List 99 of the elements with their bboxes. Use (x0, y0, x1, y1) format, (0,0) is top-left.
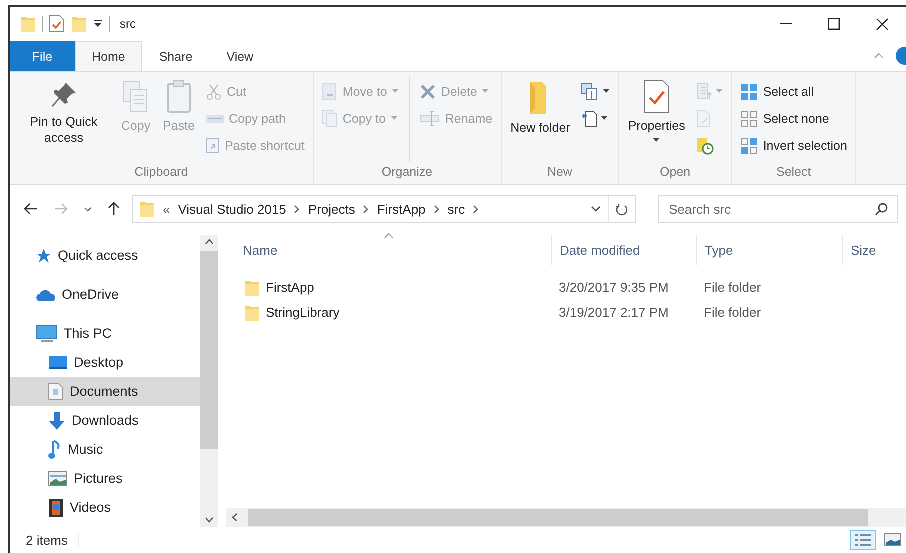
grid-icon (740, 136, 758, 154)
caret-icon (653, 138, 660, 143)
monitor-icon (36, 324, 58, 342)
help-icon[interactable] (894, 47, 906, 65)
grid-icon (740, 82, 758, 100)
breadcrumb[interactable]: Projects (308, 202, 356, 216)
picture-icon (48, 470, 68, 486)
column-header[interactable]: Type (696, 235, 842, 265)
item-count: 2 items (26, 532, 79, 548)
window-title: src (120, 17, 136, 31)
date-cell-text: 3/20/2017 9:35 PM (558, 279, 670, 297)
sidebar-item[interactable]: Quick access (10, 241, 200, 270)
ribbon-tab[interactable]: File (10, 41, 75, 71)
group-label: Open (659, 164, 692, 181)
new-document-icon (581, 110, 600, 128)
search-field[interactable]: Search src (658, 195, 898, 223)
ribbon-tab[interactable]: Share (142, 41, 210, 71)
scissors-icon (206, 84, 222, 100)
caret-icon (603, 89, 610, 94)
chevron-icon (294, 204, 300, 214)
caret-icon (601, 116, 608, 121)
group-label: Clipboard (134, 164, 190, 181)
caret-icon (390, 116, 398, 121)
overflow-chevron[interactable]: « (163, 202, 170, 216)
sort-icon (384, 233, 394, 239)
sidebar-item[interactable]: Downloads (10, 406, 200, 435)
sidebar-item[interactable]: OneDrive (10, 280, 200, 309)
column-header[interactable]: Size (842, 235, 906, 265)
group-label: New (546, 164, 574, 181)
breadcrumb[interactable]: Visual Studio 2015 (178, 202, 286, 216)
chevron-down-icon (591, 206, 601, 212)
file-name[interactable]: StringLibrary (226, 300, 551, 325)
sidebar-item[interactable]: Desktop (10, 348, 200, 377)
ribbon-tab[interactable]: View (210, 41, 271, 71)
chevron-icon (434, 204, 440, 214)
sidebar-item[interactable]: Videos (10, 493, 200, 522)
desktop-icon (48, 354, 68, 370)
breadcrumb[interactable]: src (448, 202, 466, 216)
column-header[interactable]: Date modified (551, 235, 696, 265)
forward-arrow-icon (54, 203, 68, 215)
close-icon (876, 18, 888, 30)
move-icon (322, 82, 338, 100)
scrollbar[interactable] (200, 235, 218, 527)
dropdown-icon[interactable] (93, 19, 103, 29)
document-icon (696, 110, 712, 128)
sidebar-item[interactable]: Documents (10, 377, 200, 406)
sidebar-item[interactable]: Pictures (10, 464, 200, 493)
delete-icon (420, 84, 436, 100)
refresh-icon (616, 202, 628, 216)
folder-icon (244, 278, 260, 296)
address-bar[interactable]: « Visual Studio 2015 Projects FirstApp src (132, 195, 636, 223)
list-icon (696, 82, 714, 100)
path-icon (206, 112, 224, 124)
sidebar-item[interactable]: This PC (10, 319, 200, 348)
film-icon (48, 498, 64, 518)
folder-icon (244, 304, 260, 322)
ribbon-button[interactable]: New folder (506, 76, 576, 140)
ribbon-button[interactable]: Select none (736, 105, 852, 132)
maximize-icon (828, 18, 840, 30)
copy-icon (322, 110, 338, 128)
grid-icon (740, 110, 758, 128)
group-label: Organize (380, 164, 434, 181)
ribbon-button[interactable]: Invert selection (736, 132, 852, 159)
checkmark-document-icon (642, 80, 671, 114)
checkmark-document-icon[interactable] (49, 15, 65, 33)
date-cell-text: 3/19/2017 2:17 PM (558, 304, 670, 322)
sidebar-item[interactable]: Music (10, 435, 200, 464)
caret-icon (482, 89, 490, 94)
breadcrumb[interactable]: FirstApp (377, 202, 426, 216)
scrollbar[interactable] (226, 508, 906, 527)
shortcut-icon (206, 138, 220, 154)
chevron-icon (473, 204, 480, 214)
ribbon-button[interactable]: Properties (623, 76, 690, 147)
ribbon-tab[interactable]: Home (75, 41, 142, 71)
cloud-icon (36, 288, 56, 302)
up-arrow-icon (108, 202, 120, 216)
star-icon (36, 248, 52, 264)
caret-icon (716, 89, 724, 94)
rename-icon (420, 110, 440, 126)
ribbon-button[interactable]: Select all (736, 78, 852, 105)
ribbon-button[interactable]: Pin to Quick access (14, 76, 114, 150)
column-header[interactable]: Name (226, 235, 551, 265)
back-arrow-icon (24, 203, 38, 215)
type-cell-text: File folder (703, 279, 762, 297)
type-cell-text: File folder (703, 304, 762, 322)
minimize-icon (780, 23, 792, 25)
download-icon (48, 410, 66, 430)
folder-icon (139, 199, 155, 219)
music-note-icon (48, 440, 62, 460)
group-label: Select (775, 164, 812, 181)
search-icon (875, 203, 888, 216)
file-name[interactable]: FirstApp (226, 275, 551, 300)
caret-icon (392, 89, 400, 94)
history-icon (696, 136, 714, 154)
document-icon (48, 382, 64, 400)
chevron-icon (363, 204, 370, 214)
details-view-button[interactable] (850, 530, 876, 550)
chevron-down-icon (84, 206, 92, 212)
collapse-icon[interactable] (874, 53, 884, 59)
